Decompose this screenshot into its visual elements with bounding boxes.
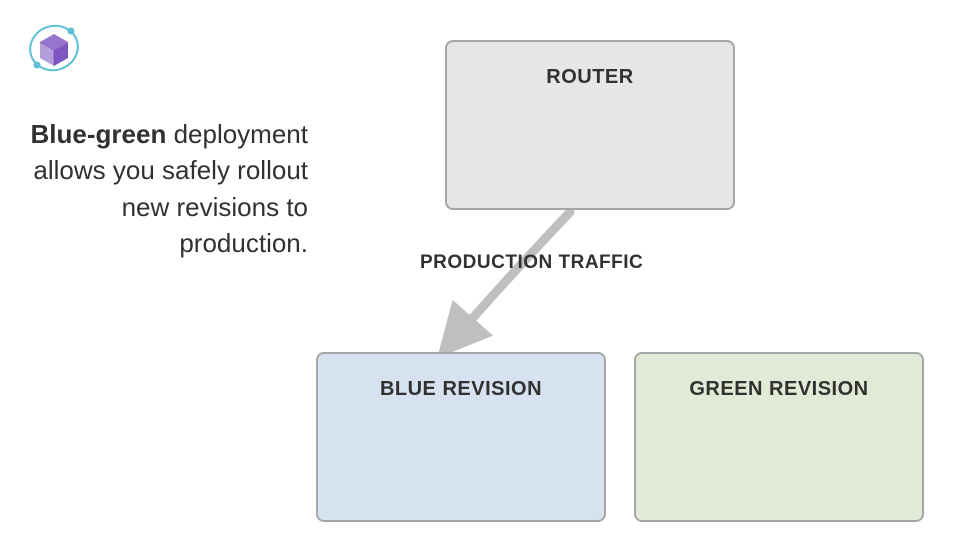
green-revision-label: GREEN REVISION (689, 378, 868, 401)
router-label: ROUTER (546, 66, 633, 89)
traffic-label: PRODUCTION TRAFFIC (420, 252, 643, 274)
container-apps-icon (24, 18, 84, 78)
blue-revision-box: BLUE REVISION (316, 352, 606, 522)
description-text: Blue-green deployment allows you safely … (28, 116, 308, 262)
description-bold: Blue-green (31, 119, 167, 149)
traffic-arrow (420, 210, 600, 352)
router-box: ROUTER (445, 40, 735, 210)
blue-revision-label: BLUE REVISION (380, 378, 542, 401)
green-revision-box: GREEN REVISION (634, 352, 924, 522)
